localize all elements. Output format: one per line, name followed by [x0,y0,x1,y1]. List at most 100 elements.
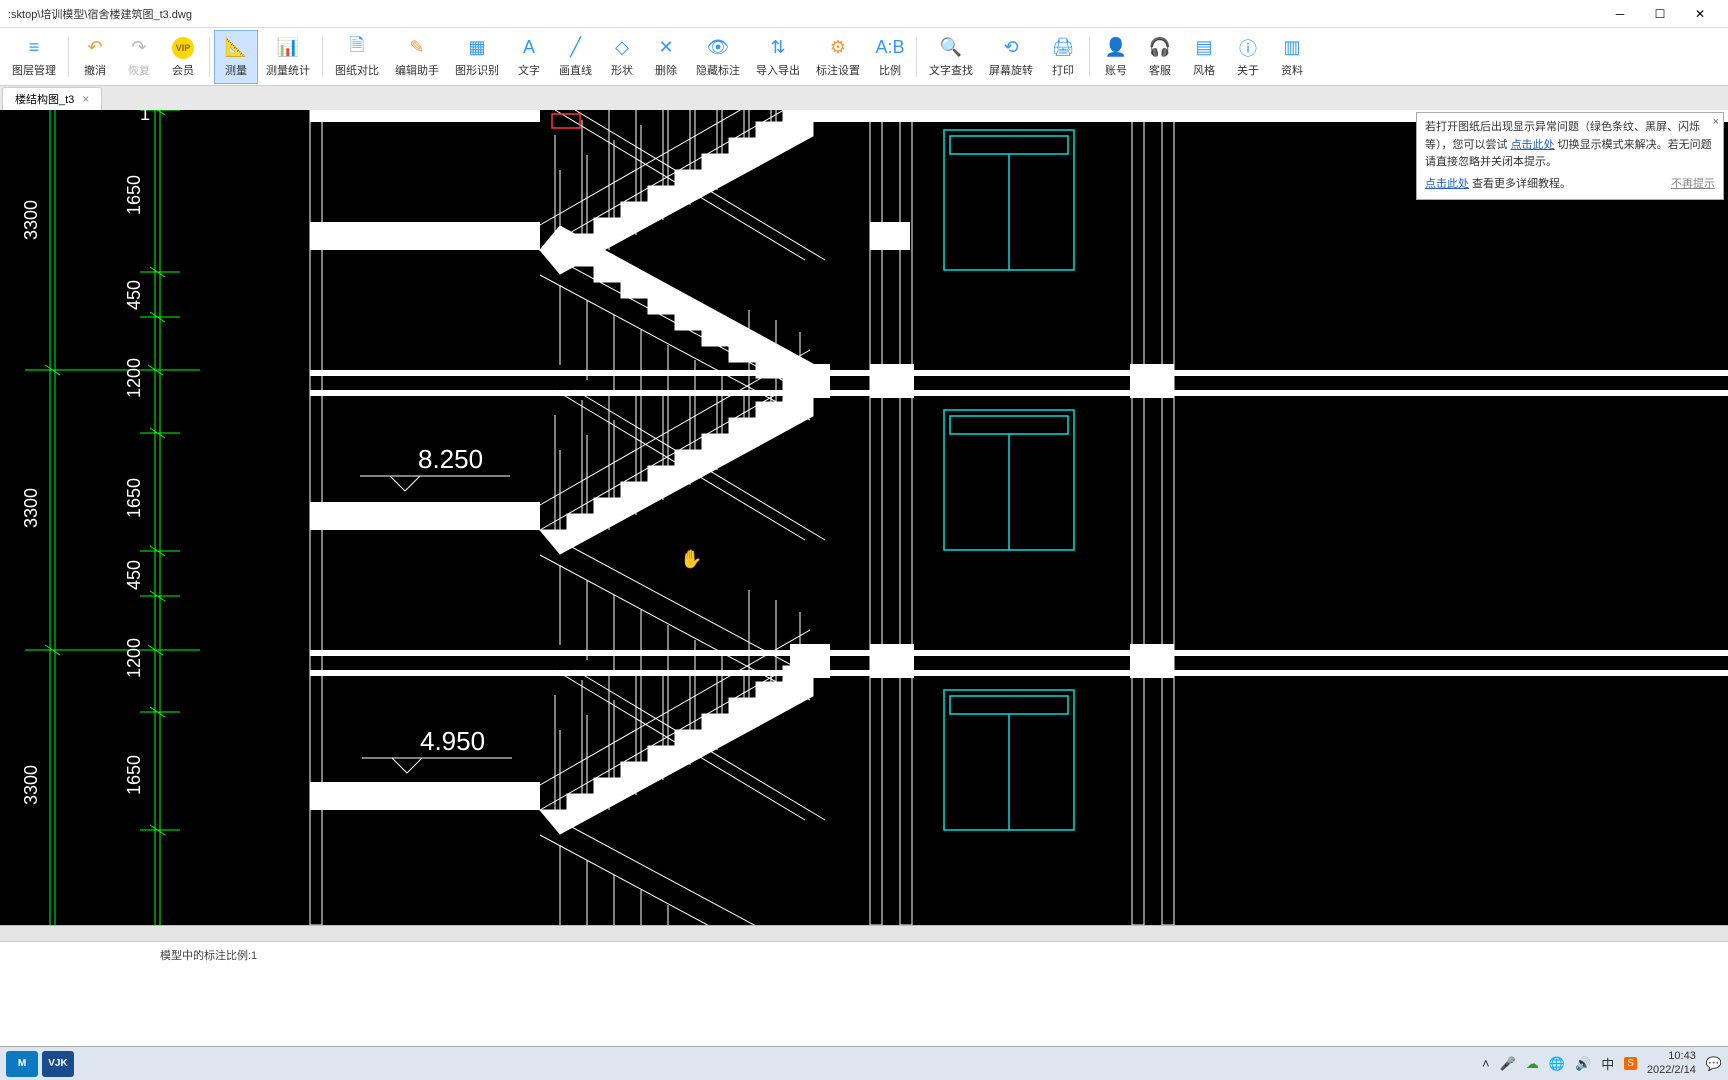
taskbar-app-2[interactable]: VJK [42,1051,74,1077]
compare-icon: 🗎 [345,36,369,60]
tool-hide-ann[interactable]: 👁隐藏标注 [688,30,748,84]
tray-ime-icon-1[interactable]: 中 [1601,1054,1614,1073]
text-icon: A [517,36,541,60]
tool-rotate-screen[interactable]: ⟲ 屏幕旋转 [981,30,1041,84]
svg-text:8.250: 8.250 [418,444,483,474]
tray-clock[interactable]: 10:43 2022/2/14 [1647,1050,1696,1076]
layers-icon: ≡ [22,36,46,60]
rotate-screen-icon: ⟲ [999,36,1023,60]
style-icon: ▤ [1192,36,1216,60]
tool-shape[interactable]: ◇ 形状 [600,30,644,84]
window-title: :sktop\培训模型\宿舍楼建筑图_t3.dwg [8,6,1600,22]
vip-label: 会员 [172,62,194,78]
tool-about[interactable]: ⓘ关于 [1226,30,1270,84]
hint-no-remind-link[interactable]: 不再提示 [1671,176,1715,194]
shape-label: 形状 [611,62,633,78]
windows-taskbar: M VJK ˄ 🎤 ☁ 🌐 🔊 中 S 10:43 2022/2/14 💬 [0,1046,1728,1080]
tray-network-icon[interactable]: 🌐 [1549,1056,1565,1072]
style-label: 风格 [1193,62,1215,78]
dim-1200-2: 1200 [124,638,144,678]
compare-label: 图纸对比 [335,62,379,78]
tab-label: 楼结构图_t3 [15,91,74,107]
dim-top-frag: 1 [140,110,150,124]
tool-style[interactable]: ▤ 风格 [1182,30,1226,84]
toolbar-separator [322,37,323,77]
stairs [540,110,825,925]
window-maximize-button[interactable]: ☐ [1640,2,1680,26]
tool-account[interactable]: 👤 账号 [1094,30,1138,84]
toolbar-separator [68,37,69,77]
tray-sogou-icon[interactable]: S [1624,1057,1637,1070]
tool-ann-settings[interactable]: ⚙标注设置 [808,30,868,84]
tray-chevron-icon[interactable]: ˄ [1482,1056,1490,1071]
account-icon: 👤 [1104,36,1128,60]
tool-measure-stats[interactable]: 📊测量统计 [258,30,318,84]
edit-helper-icon: ✎ [405,36,429,60]
scale-icon: A:B [878,36,902,60]
horizontal-scrollbar[interactable] [0,925,1728,941]
tool-resources[interactable]: ▥资料 [1270,30,1314,84]
tray-mic-icon[interactable]: 🎤 [1500,1056,1516,1072]
tool-delete[interactable]: ✕删除 [644,30,688,84]
tool-print[interactable]: 🖨打印 [1041,30,1085,84]
tool-redo[interactable]: ↷恢复 [117,30,161,84]
ann-settings-icon: ⚙ [826,36,850,60]
undo-label: 撤消 [84,62,106,78]
tool-compare[interactable]: 🗎 图纸对比 [327,30,387,84]
window-minimize-button[interactable]: ─ [1600,2,1640,26]
hint-close-button[interactable]: × [1713,114,1719,132]
system-tray: ˄ 🎤 ☁ 🌐 🔊 中 S 10:43 2022/2/14 💬 [1482,1050,1722,1076]
taskbar-app-1[interactable]: M [6,1051,38,1077]
window-close-button[interactable]: ✕ [1680,2,1720,26]
toolbar-separator [209,37,210,77]
hide-ann-label: 隐藏标注 [696,62,740,78]
tool-vip[interactable]: VIP 会员 [161,30,205,84]
tool-line[interactable]: ╱ 画直线 [551,30,600,84]
hint-more-text: 查看更多详细教程。 [1472,178,1571,190]
resources-icon: ▥ [1280,36,1304,60]
dim-1200-1: 1200 [124,358,144,398]
print-label: 打印 [1052,62,1074,78]
tool-measure[interactable]: 📐测量 [214,30,258,84]
shape-icon: ◇ [610,36,634,60]
tool-text[interactable]: A文字 [507,30,551,84]
tool-edit-helper[interactable]: ✎编辑助手 [387,30,447,84]
line-label: 画直线 [559,62,592,78]
elevation-8250: 8.250 [360,444,510,491]
rotate-screen-label: 屏幕旋转 [989,62,1033,78]
import-export-icon: ⇅ [766,36,790,60]
vip-icon: VIP [171,36,195,60]
dim-1650-2: 1650 [124,478,144,518]
tray-volume-icon[interactable]: 🔊 [1575,1056,1591,1072]
hint-link-switch-mode[interactable]: 点击此处 [1511,139,1555,151]
tray-notifications-icon[interactable]: 💬 [1706,1056,1722,1072]
line-icon: ╱ [564,36,588,60]
tool-import-export[interactable]: ⇅导入导出 [748,30,808,84]
tool-support[interactable]: 🎧客服 [1138,30,1182,84]
status-bar: 模型中的标注比例:1 [0,941,1728,967]
measure-label: 测量 [225,62,247,78]
tab-close-button[interactable]: × [82,92,89,106]
tool-layers[interactable]: ≡ 图层管理 [4,30,64,84]
document-tab[interactable]: 楼结构图_t3 × [2,87,102,110]
undo-icon: ↶ [83,36,107,60]
hint-link-tutorial[interactable]: 点击此处 [1425,178,1469,190]
about-icon: ⓘ [1236,36,1260,60]
delete-icon: ✕ [654,36,678,60]
tool-scale[interactable]: A:B比例 [868,30,912,84]
elevation-4950: 4.950 [362,726,512,773]
measure-stats-label: 测量统计 [266,62,310,78]
windows [944,130,1074,830]
support-label: 客服 [1149,62,1171,78]
account-label: 账号 [1105,62,1127,78]
tray-cloud-icon[interactable]: ☁ [1526,1056,1539,1072]
toolbar-separator [916,37,917,77]
tool-shape-recog[interactable]: ▦图形识别 [447,30,507,84]
layers-label: 图层管理 [12,62,56,78]
drawing-canvas[interactable]: 3300 3300 3300 1650 450 1200 1650 450 12… [0,110,1728,925]
pan-cursor-icon: ✋ [680,548,702,569]
tool-undo[interactable]: ↶ 撤消 [73,30,117,84]
tool-find-text[interactable]: 🔍文字查找 [921,30,981,84]
find-text-label: 文字查找 [929,62,973,78]
dim-450-1: 450 [124,280,144,310]
